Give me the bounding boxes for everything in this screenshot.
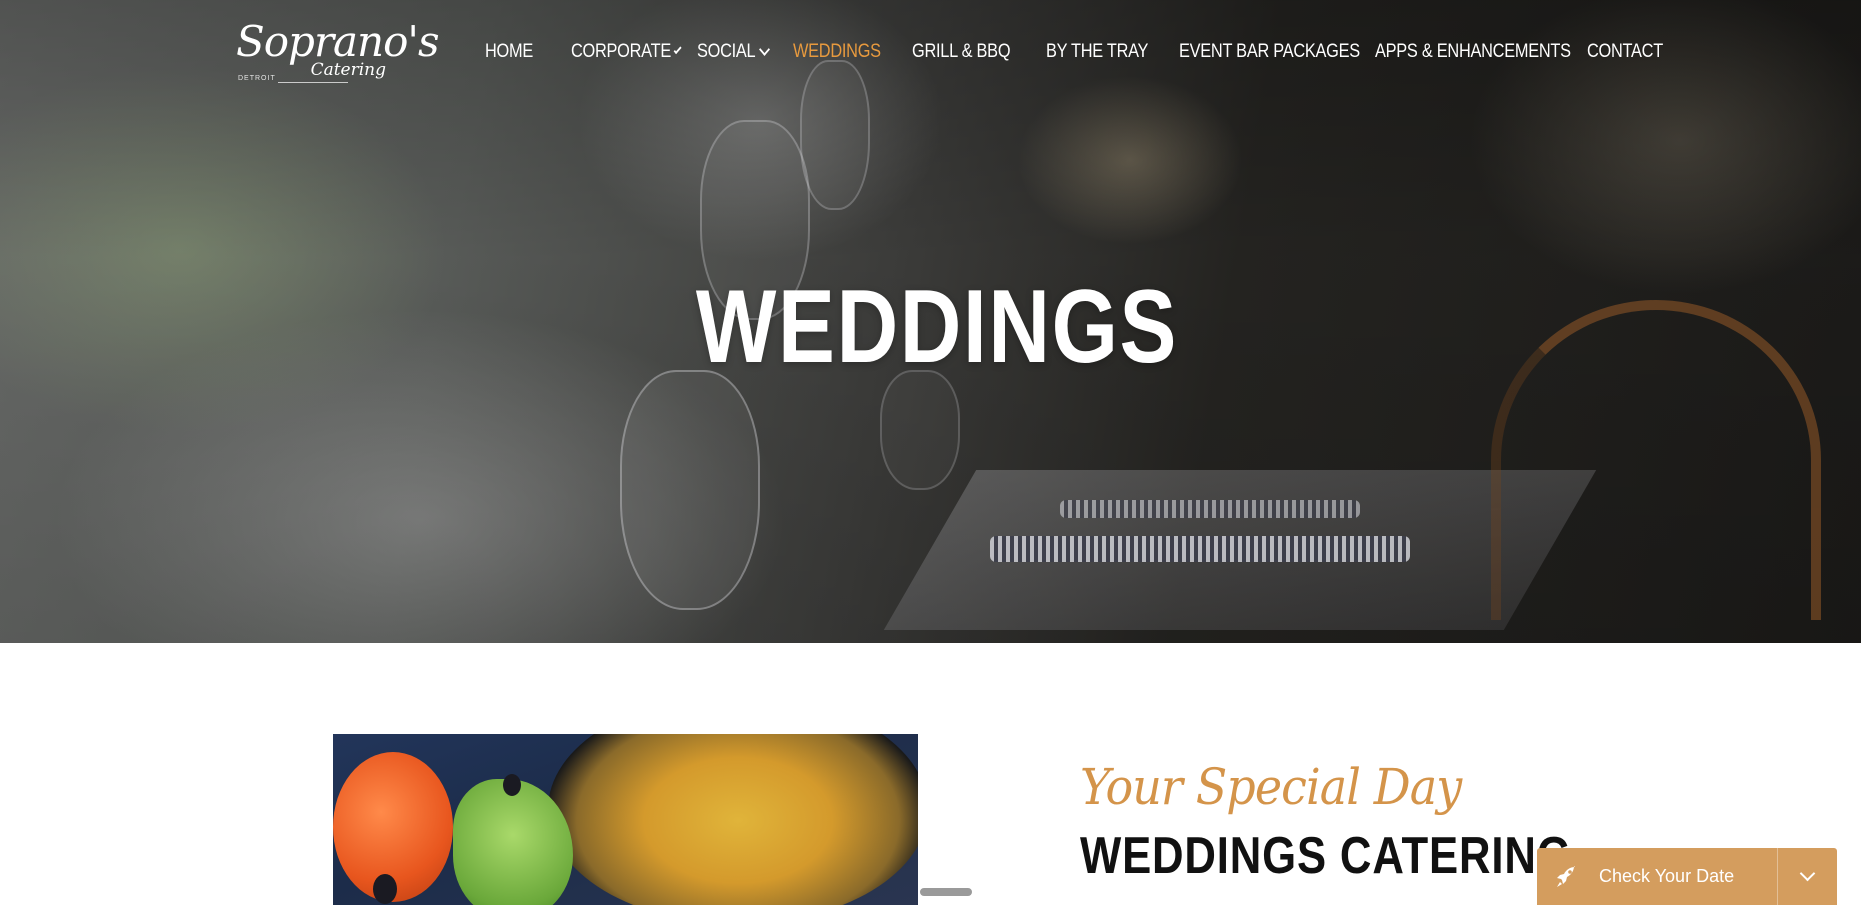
nav-item-by-the-tray[interactable]: BY THE TRAY [1046,41,1160,63]
nav-item-social[interactable]: SOCIAL [697,41,780,63]
check-your-date-widget[interactable]: Check Your Date [1537,848,1837,905]
nav-item-contact[interactable]: CONTACT [1587,41,1663,63]
chevron-down-icon [1799,865,1816,882]
food-image [333,734,918,905]
nav-menu: HOME CORPORATE SOCIAL WEDDINGS GRILL & B… [485,40,1667,64]
wine-glass [620,370,760,610]
food-olive [503,774,521,796]
chevron-down-icon [673,44,682,55]
food-bowl [548,734,918,905]
brand-logo[interactable]: Soprano's Catering DETROIT [236,18,439,86]
napkin [1060,500,1360,518]
food-olive [373,874,397,904]
nav-item-corporate[interactable]: CORPORATE [571,41,682,63]
nav-item-label: SOCIAL [697,41,756,62]
scroll-indicator[interactable] [920,888,972,896]
nav-item-event-bar-packages[interactable]: EVENT BAR PACKAGES [1179,41,1360,63]
napkin [990,536,1410,562]
nav-item-home[interactable]: HOME [485,41,559,63]
nav-item-label: CONTACT [1587,41,1663,62]
logo-divider [278,82,348,83]
nav-item-label: EVENT BAR PACKAGES [1179,41,1360,62]
nav-item-label: GRILL & BBQ [912,41,1011,62]
logo-subtitle: Catering [310,60,386,80]
wine-glass [880,370,960,490]
section-script-heading: Your Special Day [1080,758,1462,816]
nav-item-apps-enhancements[interactable]: APPS & ENHANCEMENTS [1375,41,1571,63]
rocket-icon [1537,848,1597,905]
nav-item-label: HOME [485,41,533,62]
nav-item-weddings[interactable]: WEDDINGS [793,41,895,63]
chevron-down-icon [758,43,770,56]
nav-item-label: APPS & ENHANCEMENTS [1375,41,1571,62]
nav-item-label: CORPORATE [571,41,671,62]
nav-item-label: WEDDINGS [793,41,881,62]
check-your-date-label: Check Your Date [1599,866,1735,886]
logo-city: DETROIT [238,75,276,82]
page-title: WEDDINGS [695,269,1179,385]
nav-item-grill-bbq[interactable]: GRILL & BBQ [912,41,1027,63]
nav-item-label: BY THE TRAY [1046,41,1149,62]
logo-wordmark: Soprano's [236,17,439,66]
section-heading: WEDDINGS CATERING [1080,827,1572,885]
main-navigation: Soprano's Catering DETROIT HOME CORPORAT… [0,0,1861,104]
widget-toggle-button[interactable] [1777,848,1837,905]
